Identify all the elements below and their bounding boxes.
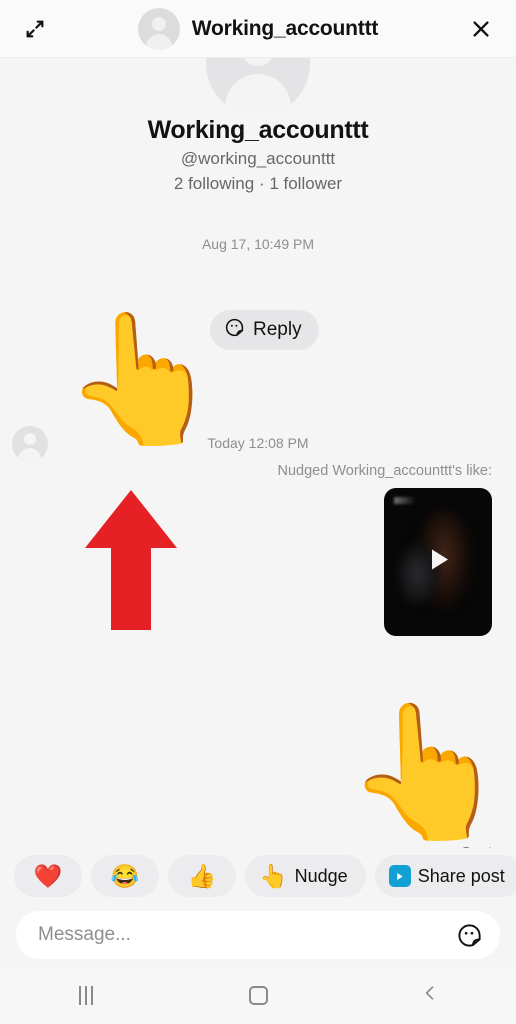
joy-reaction-button[interactable]: 😂	[91, 855, 159, 897]
profile-stats: 2 following · 1 follower	[173, 174, 343, 193]
recents-button[interactable]	[0, 966, 172, 1024]
quick-reaction-bar: ❤️ 😂 👍 👆 Nudge Share post	[0, 848, 516, 904]
nudge-button[interactable]: 👆 Nudge	[245, 855, 366, 897]
header-profile[interactable]: Working_accounttt	[52, 7, 464, 50]
page-title: Working_accounttt	[191, 16, 379, 40]
instagram-dm-screen: Working_accounttt Working_accounttt @wor…	[0, 0, 516, 1024]
expand-diagonal-icon[interactable]	[18, 12, 52, 46]
red-annotation-arrow	[85, 490, 177, 630]
pointer-hand-emoji-bottom: 👆	[341, 695, 511, 848]
recents-icon	[79, 985, 93, 1005]
video-play-icon	[388, 865, 411, 887]
message-input-container[interactable]	[16, 911, 500, 959]
thumbs-up-icon: 👍	[187, 862, 217, 889]
close-icon[interactable]	[464, 12, 498, 46]
timestamp-first: Aug 17, 10:49 PM	[201, 236, 315, 252]
profile-name: Working_accounttt	[147, 116, 369, 144]
play-icon[interactable]	[421, 543, 455, 582]
home-button[interactable]	[172, 966, 344, 1024]
share-post-button[interactable]: Share post	[374, 855, 516, 897]
back-chevron-icon	[420, 983, 440, 1008]
timestamp-second: Today 12:08 PM	[207, 435, 309, 451]
message-status: Sent	[461, 844, 492, 848]
sticker-face-icon	[224, 317, 245, 343]
profile-handle: @working_accounttt	[180, 149, 336, 168]
message-input[interactable]	[38, 924, 454, 946]
shared-video-message[interactable]	[384, 488, 492, 636]
thumbsup-reaction-button[interactable]: 👍	[168, 855, 236, 897]
message-composer	[0, 904, 516, 966]
message-thread[interactable]: Working_accounttt @working_accounttt 2 f…	[0, 58, 516, 848]
profile-summary: Working_accounttt @working_accounttt 2 f…	[0, 114, 516, 196]
reply-row: Reply	[0, 310, 516, 354]
home-icon	[248, 985, 268, 1005]
conversation-header: Working_accounttt	[0, 0, 516, 58]
reply-button[interactable]: Reply	[210, 310, 319, 350]
android-navigation-bar	[0, 966, 516, 1024]
joy-icon: 😂	[110, 862, 140, 889]
nudge-caption: Nudged Working_accounttt's like:	[277, 463, 492, 479]
sticker-face-icon[interactable]	[454, 920, 484, 950]
heart-reaction-button[interactable]: ❤️	[14, 855, 82, 897]
video-highlight	[394, 497, 416, 504]
heart-icon: ❤️	[33, 862, 63, 889]
profile-avatar	[206, 58, 310, 116]
reply-button-label: Reply	[253, 319, 302, 340]
back-button[interactable]	[344, 966, 516, 1024]
default-avatar-icon	[137, 7, 180, 50]
nudge-button-label: Nudge	[294, 865, 348, 886]
pointing-hand-icon: 👆	[259, 862, 288, 889]
share-post-button-label: Share post	[417, 865, 505, 886]
